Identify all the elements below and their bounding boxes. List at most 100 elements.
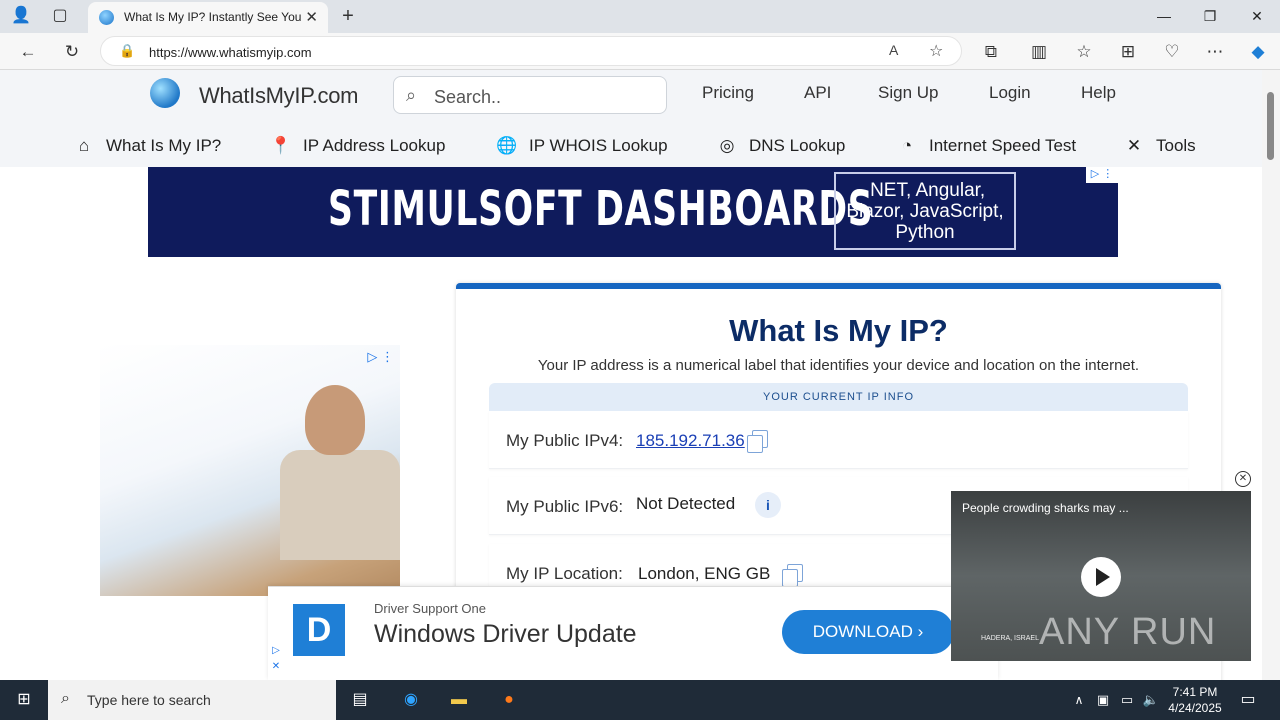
banner-line: Blazor, JavaScript, xyxy=(846,201,1004,222)
download-button[interactable]: DOWNLOAD › xyxy=(782,610,954,654)
tab-favicon-icon xyxy=(99,10,114,25)
banner-headline: STIMULSOFT DASHBOARDS xyxy=(328,181,874,237)
nav-label: Tools xyxy=(1156,136,1196,155)
more-menu-icon[interactable]: ⋯ xyxy=(1201,38,1229,66)
scrollbar-thumb[interactable] xyxy=(1267,92,1274,160)
video-close-icon[interactable]: ✕ xyxy=(1235,471,1251,487)
adchoices-icon[interactable]: ▷ ⋮ xyxy=(367,349,394,365)
search-icon: ⌕ xyxy=(61,690,70,707)
speedometer-icon: ◔ xyxy=(901,136,913,155)
favorites-icon[interactable]: ☆ xyxy=(1070,38,1098,66)
site-search-input[interactable]: ⌕ Search.. xyxy=(393,76,667,114)
help-link[interactable]: Help xyxy=(1081,83,1116,103)
lock-icon[interactable]: 🔒 xyxy=(119,43,135,59)
tab-actions-icon[interactable]: ▢ xyxy=(47,4,73,28)
ad-headline: Windows Driver Update xyxy=(374,620,637,648)
ad-close-icon[interactable]: ✕ xyxy=(268,661,284,675)
info-icon[interactable]: i xyxy=(755,492,781,518)
ad-person-head xyxy=(305,385,365,455)
ipv6-value: Not Detected xyxy=(636,494,736,513)
nav-tools[interactable]: ✕ Tools xyxy=(1122,136,1196,156)
firefox-icon[interactable]: ● xyxy=(496,688,522,712)
banner-tech-box: .NET, Angular, Blazor, JavaScript, Pytho… xyxy=(834,172,1016,250)
new-tab-button[interactable]: + xyxy=(335,4,361,28)
network-icon[interactable]: ▭ xyxy=(1114,688,1140,712)
map-pin-icon: 📍 xyxy=(270,136,292,155)
tab-bar: 👤 ▢ What Is My IP? Instantly See Your ✕ … xyxy=(0,0,1280,33)
windows-taskbar: ⊞ ⌕ Type here to search ▤ ◉ ▬ ● ∧ ▣ ▭ 🔈 … xyxy=(0,680,1280,720)
minimize-button[interactable]: — xyxy=(1141,0,1187,33)
file-explorer-icon[interactable]: ▬ xyxy=(446,688,472,712)
play-button[interactable] xyxy=(1081,557,1121,597)
nav-ip-whois-lookup[interactable]: 🌐 IP WHOIS Lookup xyxy=(495,136,668,156)
anyrun-watermark: ANY RUN xyxy=(1039,611,1217,653)
taskbar-search-placeholder: Type here to search xyxy=(87,692,211,708)
video-caption: HADERA, ISRAEL xyxy=(981,635,1039,642)
page-scrollbar[interactable] xyxy=(1262,70,1280,680)
clock-date: 4/24/2025 xyxy=(1168,701,1222,715)
url-field[interactable]: 🔒 https://www.whatismyip.com A ☆ xyxy=(100,36,962,66)
nav-label: IP Address Lookup xyxy=(303,136,446,155)
logo-globe-icon[interactable] xyxy=(150,78,180,108)
sign-up-link[interactable]: Sign Up xyxy=(878,83,938,103)
globe-icon: 🌐 xyxy=(496,136,518,155)
nav-what-is-my-ip[interactable]: ⌂ What Is My IP? xyxy=(72,136,221,156)
device-icon[interactable]: ▣ xyxy=(1090,688,1116,712)
nav-ip-address-lookup[interactable]: 📍 IP Address Lookup xyxy=(269,136,445,156)
ad-brand: Driver Support One xyxy=(374,601,486,616)
taskbar-search-box[interactable]: ⌕ Type here to search xyxy=(48,680,336,720)
ipv4-label: My Public IPv4: xyxy=(506,431,624,450)
nav-internet-speed-test[interactable]: ◔ Internet Speed Test xyxy=(895,136,1076,156)
collections-icon[interactable]: ⊞ xyxy=(1114,38,1142,66)
bottom-sticky-ad[interactable]: D Driver Support One Windows Driver Upda… xyxy=(268,586,998,680)
download-label: DOWNLOAD xyxy=(812,622,913,641)
nav-label: IP WHOIS Lookup xyxy=(529,136,668,155)
copy-icon[interactable] xyxy=(782,564,803,587)
pricing-link[interactable]: Pricing xyxy=(702,83,754,103)
page-subtitle: Your IP address is a numerical label tha… xyxy=(537,357,1140,374)
show-hidden-icons-chevron-up-icon[interactable]: ∧ xyxy=(1066,688,1092,712)
task-view-icon[interactable]: ▤ xyxy=(347,688,373,712)
refresh-button[interactable]: ↻ xyxy=(58,38,86,66)
api-link[interactable]: API xyxy=(804,83,831,103)
floating-video-player[interactable]: People crowding sharks may ... HADERA, I… xyxy=(951,491,1251,661)
home-icon: ⌂ xyxy=(78,136,90,155)
page-title: What Is My IP? xyxy=(729,313,948,348)
taskbar-clock[interactable]: 7:41 PM 4/24/2025 xyxy=(1160,684,1230,716)
extensions-icon[interactable]: ⧉ xyxy=(977,38,1005,66)
ipv4-value-link[interactable]: 185.192.71.36 xyxy=(636,431,745,451)
nav-label: DNS Lookup xyxy=(749,136,846,155)
nav-dns-lookup[interactable]: ◎ DNS Lookup xyxy=(715,136,846,156)
location-label: My IP Location: xyxy=(506,564,623,583)
web-page: WhatIsMyIP.com ⌕ Search.. Pricing API Si… xyxy=(0,70,1262,680)
favorite-star-icon[interactable]: ☆ xyxy=(929,41,943,61)
read-aloud-icon[interactable]: A xyxy=(889,42,898,58)
site-logo-text[interactable]: WhatIsMyIP.com xyxy=(199,83,359,109)
copy-icon[interactable] xyxy=(747,430,768,453)
search-icon: ⌕ xyxy=(406,85,417,105)
notifications-icon[interactable]: ▭ xyxy=(1235,688,1261,712)
back-button[interactable]: ← xyxy=(14,38,42,66)
dns-icon: ◎ xyxy=(719,136,735,155)
location-value: London, ENG GB xyxy=(638,564,771,583)
banner-line: Python xyxy=(895,222,955,243)
start-windows-icon[interactable]: ⊞ xyxy=(11,688,37,712)
adchoices-icon[interactable]: ▷ ⋮ xyxy=(1086,167,1118,183)
copilot-icon[interactable]: ◆ xyxy=(1244,38,1272,66)
edge-browser-icon[interactable]: ◉ xyxy=(398,688,424,712)
ad-person-body xyxy=(280,450,400,560)
side-ad-image[interactable]: ▷ ⋮ xyxy=(100,345,400,596)
adchoices-icon[interactable]: ▷ xyxy=(268,645,284,659)
split-screen-icon[interactable]: ▥ xyxy=(1025,38,1053,66)
ipv4-row: My Public IPv4: 185.192.71.36 xyxy=(489,411,1188,469)
close-window-button[interactable]: ✕ xyxy=(1234,0,1280,33)
tab-title: What Is My IP? Instantly See Your xyxy=(124,10,302,24)
nav-label: Internet Speed Test xyxy=(929,136,1077,155)
active-tab[interactable]: What Is My IP? Instantly See Your ✕ xyxy=(88,2,328,33)
maximize-button[interactable]: ❐ xyxy=(1187,0,1233,33)
login-link[interactable]: Login xyxy=(989,83,1031,103)
profile-icon[interactable]: 👤 xyxy=(8,4,34,28)
top-banner-ad[interactable]: STIMULSOFT DASHBOARDS .NET, Angular, Bla… xyxy=(148,167,1118,257)
tab-close-icon[interactable]: ✕ xyxy=(305,8,318,26)
browser-essentials-icon[interactable]: ♡ xyxy=(1158,38,1186,66)
